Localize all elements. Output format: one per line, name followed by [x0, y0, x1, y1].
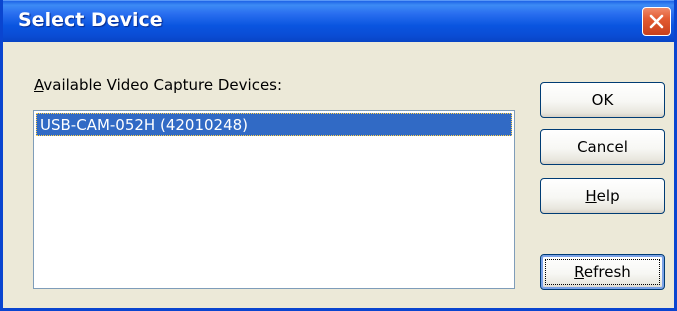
help-button[interactable]: Help: [540, 178, 665, 214]
title-bar[interactable]: Select Device: [3, 0, 674, 42]
device-listbox[interactable]: USB-CAM-052H (42010248): [33, 110, 515, 289]
refresh-label: efresh: [583, 263, 631, 281]
close-button[interactable]: [642, 7, 671, 36]
select-device-dialog: Select Device Available Video Capture De…: [0, 0, 677, 311]
cancel-button[interactable]: Cancel: [540, 129, 665, 165]
label-text: vailable Video Capture Devices:: [43, 76, 283, 94]
window-title: Select Device: [18, 9, 163, 31]
ok-button[interactable]: OK: [540, 82, 665, 118]
help-mnemonic: H: [585, 187, 597, 205]
help-label: elp: [596, 187, 620, 205]
available-devices-label: Available Video Capture Devices:: [34, 76, 282, 94]
device-list-item[interactable]: USB-CAM-052H (42010248): [36, 113, 512, 136]
refresh-mnemonic: R: [574, 263, 584, 281]
refresh-button[interactable]: Refresh: [540, 254, 665, 290]
label-mnemonic: A: [34, 76, 44, 94]
close-icon: [649, 14, 664, 29]
